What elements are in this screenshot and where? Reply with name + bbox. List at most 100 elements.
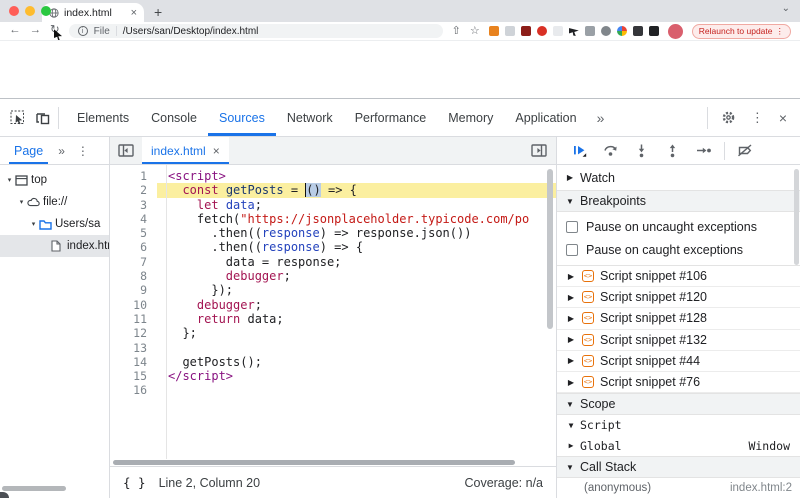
script-snippet-row[interactable]: ▶ <> Script snippet #120 [557, 287, 800, 309]
sidebar-tab-page[interactable]: Page [9, 137, 48, 164]
tree-expand-caret-icon[interactable]: ▾ [4, 176, 15, 184]
code-line-15[interactable]: 15 </script> [110, 369, 556, 383]
address-path[interactable]: /Users/san/Desktop/index.html [123, 26, 259, 37]
red-circle-extension-icon[interactable] [536, 26, 547, 36]
metamask-extension-icon[interactable] [488, 26, 499, 36]
code-line-2[interactable]: 2 const getPosts = () => { [110, 183, 556, 198]
code-line-9[interactable]: 9 }); [110, 283, 556, 297]
step-icon[interactable] [696, 143, 712, 158]
line-number[interactable]: 9 [110, 283, 157, 297]
collapsed-triangle-icon[interactable]: ▶ [566, 378, 576, 387]
line-number[interactable]: 10 [110, 298, 157, 312]
resume-script-execution-icon[interactable] [572, 143, 587, 158]
line-number[interactable]: 3 [110, 198, 157, 212]
pause-exception-row[interactable]: Pause on caught exceptions [557, 238, 800, 261]
file-tab-close-icon[interactable]: × [213, 144, 220, 158]
tab-search-chevron-icon[interactable]: ⌄ [782, 3, 790, 14]
devtools-menu-kebab-icon[interactable]: ⋮ [751, 110, 764, 126]
device-toolbar-icon[interactable] [35, 111, 51, 125]
collapsed-triangle-icon[interactable]: ▶ [566, 314, 576, 323]
devtools-close-icon[interactable]: × [779, 110, 787, 126]
code-line-5[interactable]: 5 .then((response) => response.json()) [110, 226, 556, 240]
gray-ring-extension-icon[interactable] [600, 26, 611, 36]
step-over-icon[interactable] [603, 143, 618, 158]
gray-badge-extension-icon[interactable] [584, 26, 595, 36]
step-out-icon[interactable] [665, 143, 680, 158]
line-number[interactable]: 16 [110, 383, 157, 397]
line-number[interactable]: 5 [110, 226, 157, 240]
toggle-navigator-sidebar-icon[interactable] [110, 137, 142, 164]
script-snippet-row[interactable]: ▶ <> Script snippet #128 [557, 308, 800, 330]
line-number[interactable]: 6 [110, 240, 157, 254]
collapsed-triangle-icon[interactable]: ▶ [566, 335, 576, 344]
line-number[interactable]: 13 [110, 341, 157, 355]
pale-extension-icon[interactable] [552, 26, 563, 36]
tab-close-icon[interactable]: × [131, 7, 137, 19]
more-tabs-icon[interactable]: » [588, 110, 614, 126]
share-icon[interactable]: ⇧ [452, 25, 461, 37]
code-line-16[interactable]: 16 [110, 383, 556, 397]
devtools-tab-application[interactable]: Application [504, 99, 587, 136]
line-number[interactable]: 14 [110, 355, 157, 369]
settings-gear-icon[interactable] [721, 110, 736, 125]
line-number[interactable]: 2 [110, 183, 157, 197]
line-number[interactable]: 1 [110, 169, 157, 183]
code-area[interactable]: 1 <script> 2 const getPosts = () => {3 let… [110, 165, 556, 459]
sidebar-more-tabs-icon[interactable]: » [58, 144, 65, 158]
browser-tab[interactable]: index.html × [42, 3, 144, 22]
call-stack-section-header[interactable]: ▼ Call Stack [557, 456, 800, 479]
dark-red-extension-icon[interactable] [520, 26, 531, 36]
toggle-debugger-sidebar-icon[interactable] [522, 137, 556, 164]
script-snippet-row[interactable]: ▶ <> Script snippet #106 [557, 266, 800, 288]
devtools-tab-performance[interactable]: Performance [344, 99, 438, 136]
tree-item-users-sa[interactable]: ▾ Users/sa [0, 213, 109, 235]
info-icon[interactable]: i [77, 26, 88, 36]
new-tab-button[interactable]: + [154, 4, 162, 20]
contrast-extension-icon[interactable] [648, 26, 659, 36]
collapsed-triangle-icon[interactable]: ▶ [566, 293, 576, 302]
pause-exception-row[interactable]: Pause on uncaught exceptions [557, 215, 800, 238]
scope-item-global[interactable]: ▶ Global Window [557, 436, 800, 457]
devtools-tab-elements[interactable]: Elements [66, 99, 140, 136]
scope-section-header[interactable]: ▼ Scope [557, 393, 800, 416]
code-line-8[interactable]: 8 debugger; [110, 269, 556, 283]
line-number[interactable]: 8 [110, 269, 157, 283]
devtools-tab-console[interactable]: Console [140, 99, 208, 136]
script-snippet-row[interactable]: ▶ <> Script snippet #76 [557, 372, 800, 394]
line-number[interactable]: 7 [110, 255, 157, 269]
profile-avatar[interactable] [667, 23, 683, 39]
bookmark-star-icon[interactable]: ☆ [470, 25, 480, 37]
breakpoints-section-header[interactable]: ▼ Breakpoints [557, 190, 800, 212]
file-tab-index-html[interactable]: index.html × [142, 137, 229, 164]
tree-horizontal-scrollbar[interactable] [2, 486, 66, 491]
code-line-6[interactable]: 6 .then((response) => { [110, 240, 556, 254]
tree-item-index-html[interactable]: index.html [0, 235, 109, 257]
script-snippet-row[interactable]: ▶ <> Script snippet #132 [557, 330, 800, 351]
checkbox-unchecked[interactable] [566, 220, 578, 233]
script-snippet-row[interactable]: ▶ <> Script snippet #44 [557, 351, 800, 372]
tree-expand-caret-icon[interactable]: ▾ [16, 198, 27, 206]
devtools-tab-memory[interactable]: Memory [437, 99, 504, 136]
line-number[interactable]: 11 [110, 312, 157, 326]
checkbox-unchecked[interactable] [566, 243, 578, 256]
minimize-window-button[interactable] [25, 6, 35, 16]
reload-button[interactable]: ↻ [50, 25, 62, 41]
code-line-7[interactable]: 7 data = response; [110, 255, 556, 269]
devtools-tab-network[interactable]: Network [276, 99, 344, 136]
scope-item-script[interactable]: ▼ Script [557, 415, 800, 436]
code-line-4[interactable]: 4 fetch("https://jsonplaceholder.typicod… [110, 212, 556, 226]
line-number[interactable]: 12 [110, 326, 157, 340]
code-line-13[interactable]: 13 [110, 341, 556, 355]
pinwheel-extension-icon[interactable] [616, 26, 627, 36]
pretty-print-braces-icon[interactable]: { } [123, 475, 146, 490]
back-button[interactable]: ← [9, 25, 21, 37]
code-line-3[interactable]: 3 let data; [110, 198, 556, 212]
watch-section-header[interactable]: ▶ Watch [557, 165, 800, 190]
forward-button[interactable]: → [30, 25, 42, 37]
sidebar-vertical-scrollbar[interactable] [794, 169, 799, 265]
close-window-button[interactable] [9, 6, 19, 16]
code-line-11[interactable]: 11 return data; [110, 312, 556, 326]
editor-horizontal-scrollbar[interactable] [113, 460, 515, 465]
address-bar[interactable]: i File /Users/san/Desktop/index.html [68, 24, 443, 38]
zoom-window-button[interactable] [41, 6, 51, 16]
